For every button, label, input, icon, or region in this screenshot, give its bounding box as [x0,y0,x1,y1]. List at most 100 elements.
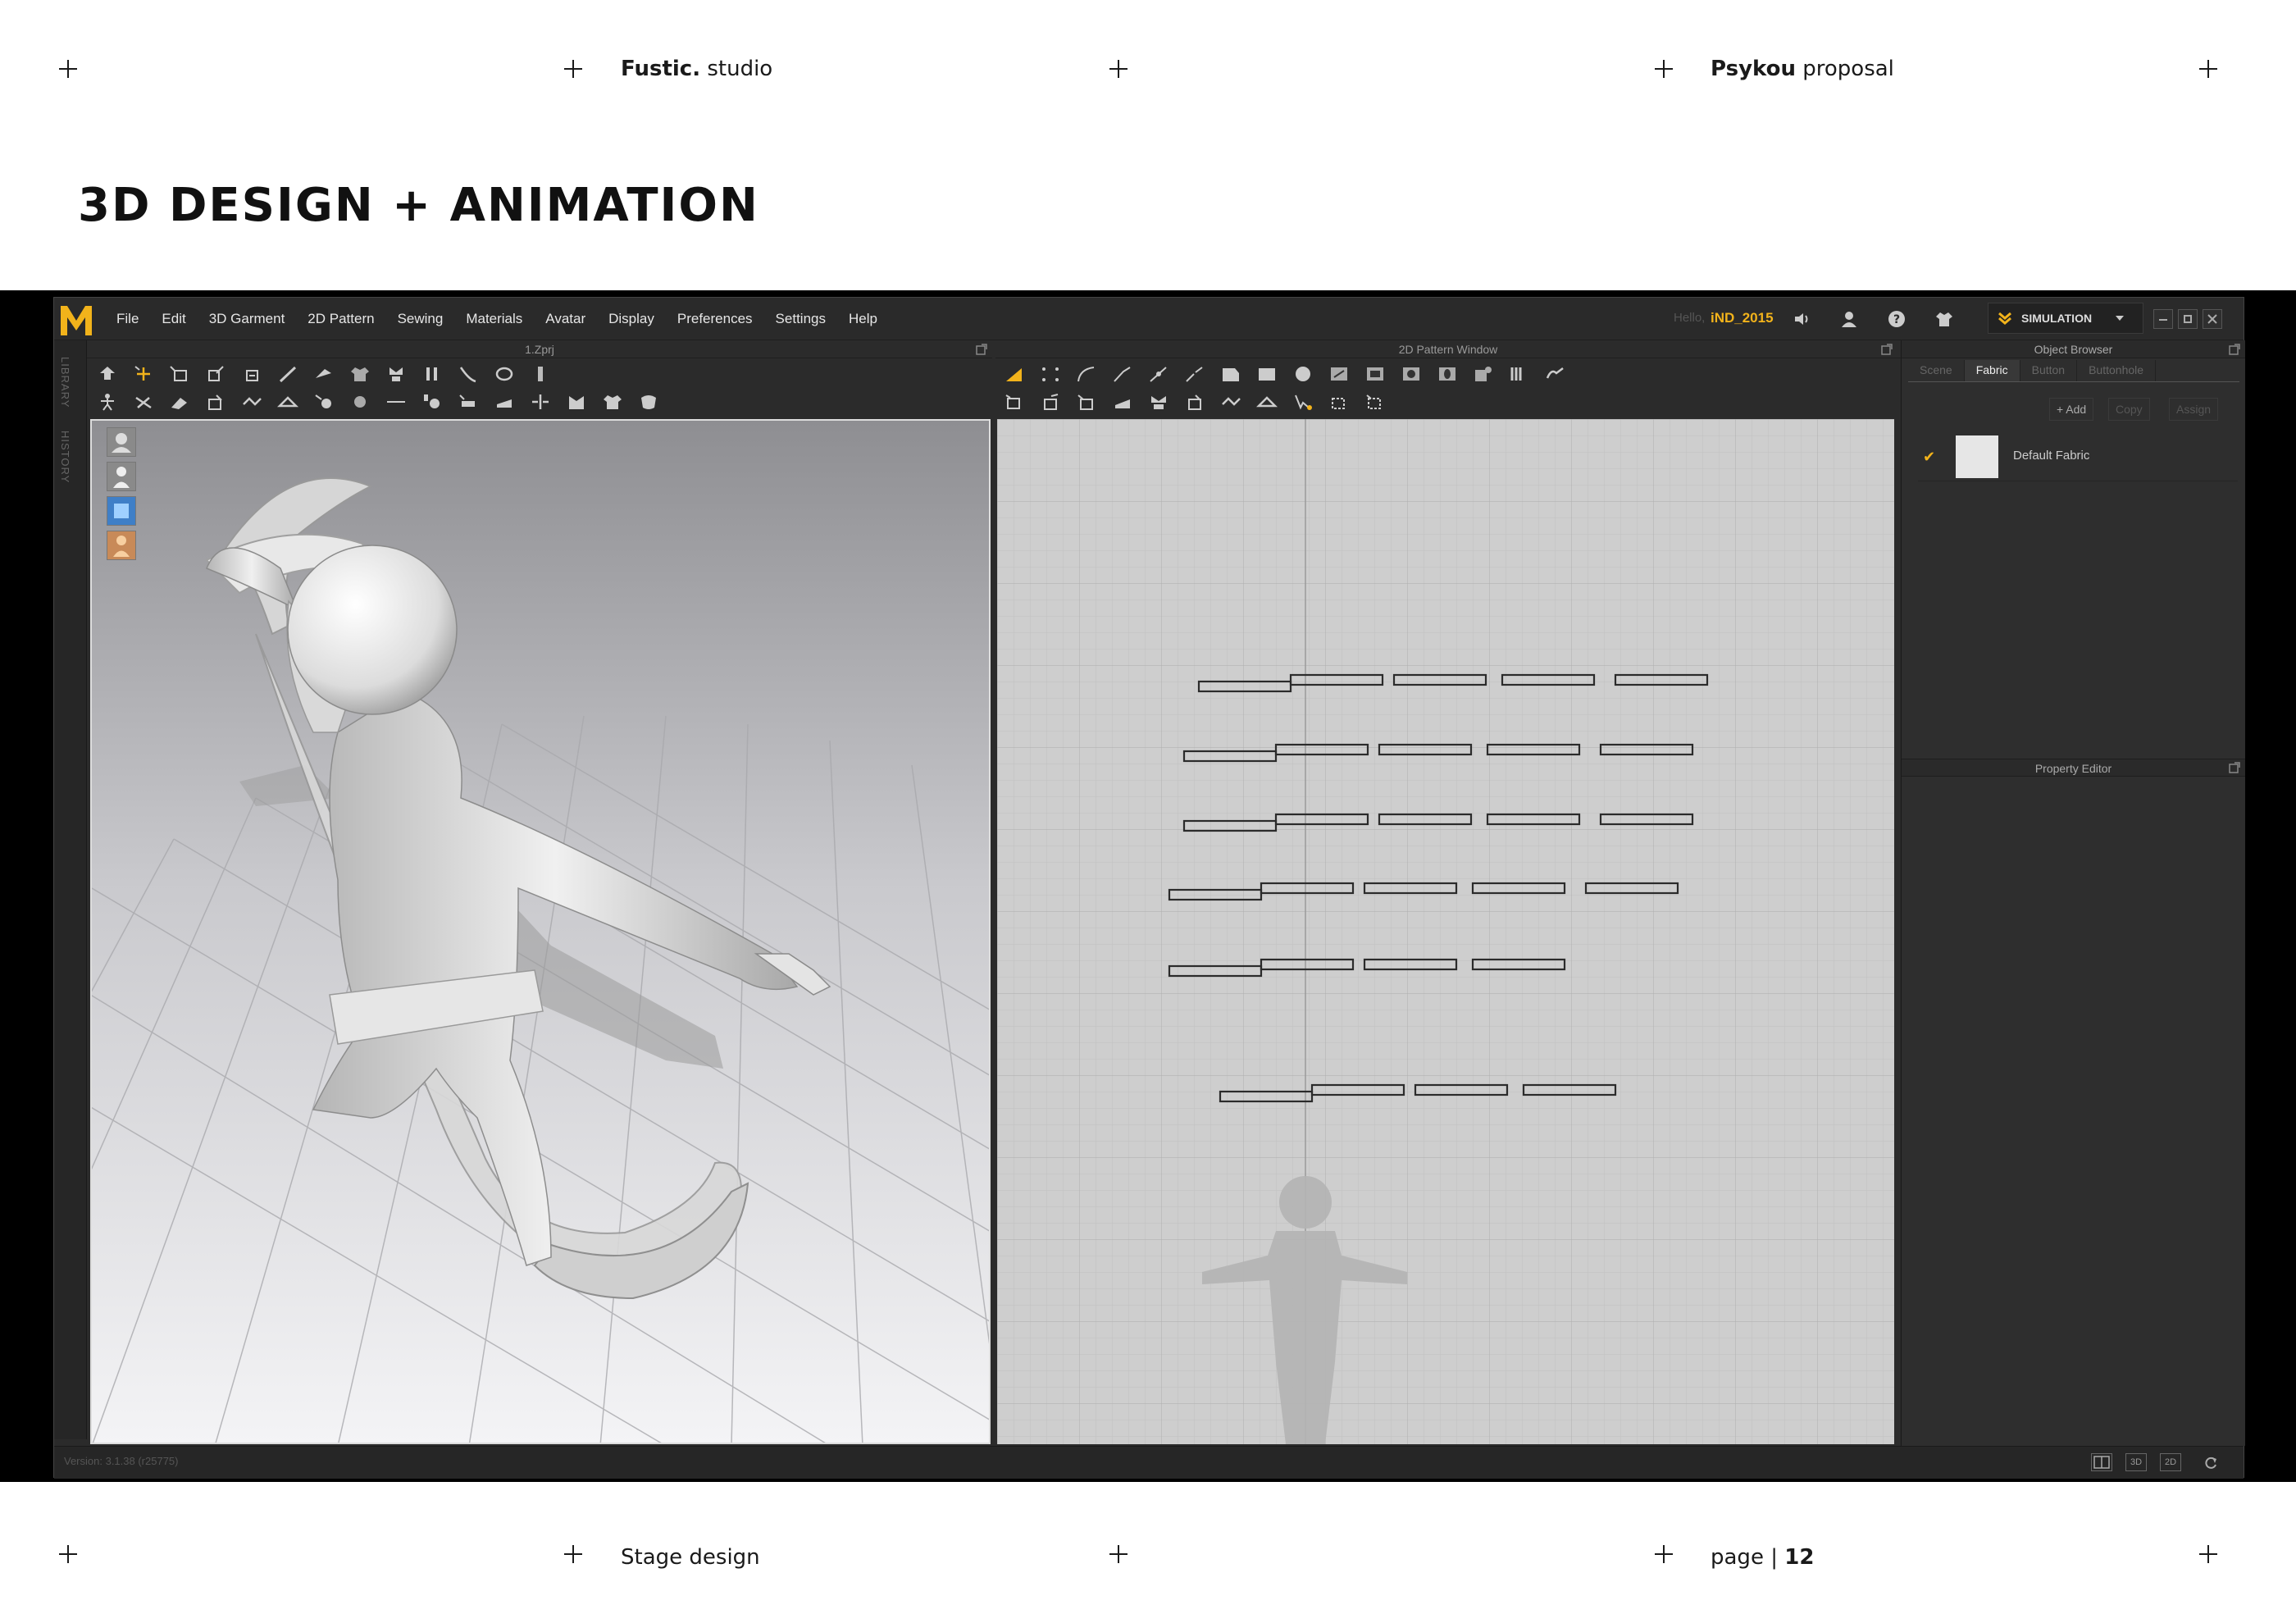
menu-settings[interactable]: Settings [776,311,826,327]
maximize-icon[interactable] [2229,344,2240,355]
free-sewing-icon[interactable] [1076,393,1097,411]
internal-polygon-icon[interactable] [1328,365,1350,383]
sewing-line-icon[interactable] [458,365,479,383]
edit-curvature-icon[interactable] [1076,365,1097,383]
internal-rectangle-icon[interactable] [1364,365,1386,383]
grid-select-icon[interactable] [1328,393,1350,411]
seam-taping-icon[interactable] [1256,393,1278,411]
3d-viewport[interactable] [90,419,991,1444]
align-icon[interactable] [530,393,551,411]
arrange-icon[interactable] [385,365,407,383]
library-tab[interactable]: LIBRARY [59,357,71,408]
line-tool-icon[interactable] [277,365,298,383]
internal-circle-icon[interactable] [1401,365,1422,383]
fold-arrange-icon[interactable] [241,393,262,411]
3d-view-button[interactable]: 3D [2125,1453,2147,1471]
superimpose-2d-icon[interactable] [1148,393,1169,411]
shirt-icon[interactable] [349,365,371,383]
edit-pattern-icon[interactable] [1004,365,1025,383]
flatten-icon[interactable] [133,393,154,411]
move-icon[interactable] [133,365,154,383]
reset-3d-icon[interactable] [169,393,190,411]
segment-sewing-icon[interactable] [1040,393,1061,411]
internal-ellipse-icon[interactable] [1437,365,1458,383]
edit-sewing-icon[interactable] [1220,393,1241,411]
pin-icon[interactable] [313,365,335,383]
strap-icon[interactable] [530,365,551,383]
fabric-drape-icon[interactable] [638,393,659,411]
split-view-button[interactable] [2091,1453,2112,1471]
polygon-icon[interactable] [1220,365,1241,383]
fold-angle-icon[interactable] [277,393,298,411]
tape-icon[interactable] [421,393,443,411]
add-fabric-button[interactable]: + Add [2049,398,2094,421]
avatar-pose-icon[interactable] [97,393,118,411]
avatar-visibility-button[interactable] [107,462,136,491]
fabric-list-item[interactable]: ✔ Default Fabric [1918,432,2238,481]
zipper-icon[interactable] [458,393,479,411]
close-button[interactable] [2203,309,2222,329]
menu-file[interactable]: File [116,311,139,327]
select-2d-icon[interactable] [1292,393,1314,411]
add-point-icon[interactable] [1148,365,1169,383]
tab-button[interactable]: Button [2020,360,2078,381]
menu-sewing[interactable]: Sewing [398,311,444,327]
2d-view-button[interactable]: 2D [2160,1453,2181,1471]
tack-2d-icon[interactable] [1112,393,1133,411]
transform-icon[interactable] [205,365,226,383]
user-icon[interactable] [1840,310,1858,328]
arrange-point-icon[interactable] [421,365,443,383]
tack-icon[interactable] [494,365,515,383]
tab-buttonhole[interactable]: Buttonhole [2077,360,2157,381]
menu-edit[interactable]: Edit [162,311,185,327]
assign-fabric-button[interactable]: Assign [2169,398,2219,421]
superimpose-icon[interactable] [205,393,226,411]
avatar-view-button[interactable] [107,427,136,457]
help-icon[interactable]: ? [1888,310,1906,328]
maximize-icon[interactable] [2229,762,2240,773]
speaker-icon[interactable] [1793,310,1811,328]
skin-view-button[interactable] [107,531,136,560]
user-name[interactable]: iND_2015 [1711,310,1774,326]
2d-viewport[interactable] [997,419,1894,1444]
menu-2d-pattern[interactable]: 2D Pattern [308,311,374,327]
transform-pattern-icon[interactable] [1004,393,1025,411]
dart-icon[interactable] [1473,365,1494,383]
menu-materials[interactable]: Materials [466,311,522,327]
menu-display[interactable]: Display [608,311,654,327]
grid-edit-icon[interactable] [1364,393,1386,411]
garment-fit-icon[interactable] [566,393,587,411]
menu-3d-garment[interactable]: 3D Garment [209,311,285,327]
history-tab[interactable]: HISTORY [59,431,71,483]
restore-button[interactable] [2178,309,2198,329]
curve-point-icon[interactable] [1112,365,1133,383]
refresh-icon[interactable] [2203,1455,2219,1471]
menu-avatar[interactable]: Avatar [545,311,585,327]
buttonhole-icon[interactable] [349,393,371,411]
split-point-icon[interactable] [1184,365,1205,383]
maximize-icon[interactable] [1881,344,1893,355]
measure-icon[interactable] [385,393,407,411]
piping-icon[interactable] [494,393,515,411]
pleat-icon[interactable] [1509,365,1530,383]
circle-pattern-icon[interactable] [1292,365,1314,383]
copy-fabric-button[interactable]: Copy [2108,398,2150,421]
tab-scene[interactable]: Scene [1908,360,1965,381]
fold-pattern-icon[interactable] [1545,365,1566,383]
edit-point-icon[interactable] [1040,365,1061,383]
garment-icon[interactable] [1935,310,1953,328]
menu-help[interactable]: Help [849,311,877,327]
garment-view-button[interactable] [107,496,136,526]
fold-icon[interactable] [241,365,262,383]
tab-fabric[interactable]: Fabric [1964,360,2020,381]
button-tool-icon[interactable] [313,393,335,411]
rectangle-pattern-icon[interactable] [1256,365,1278,383]
maximize-icon[interactable] [976,344,987,355]
minimize-button[interactable] [2153,309,2173,329]
menu-preferences[interactable]: Preferences [677,311,753,327]
shirt-fit-icon[interactable] [602,393,623,411]
rectangle-icon[interactable] [169,365,190,383]
reset-2d-icon[interactable] [1184,393,1205,411]
select-icon[interactable] [97,365,118,383]
dropdown-arrow-icon[interactable] [2114,312,2125,324]
